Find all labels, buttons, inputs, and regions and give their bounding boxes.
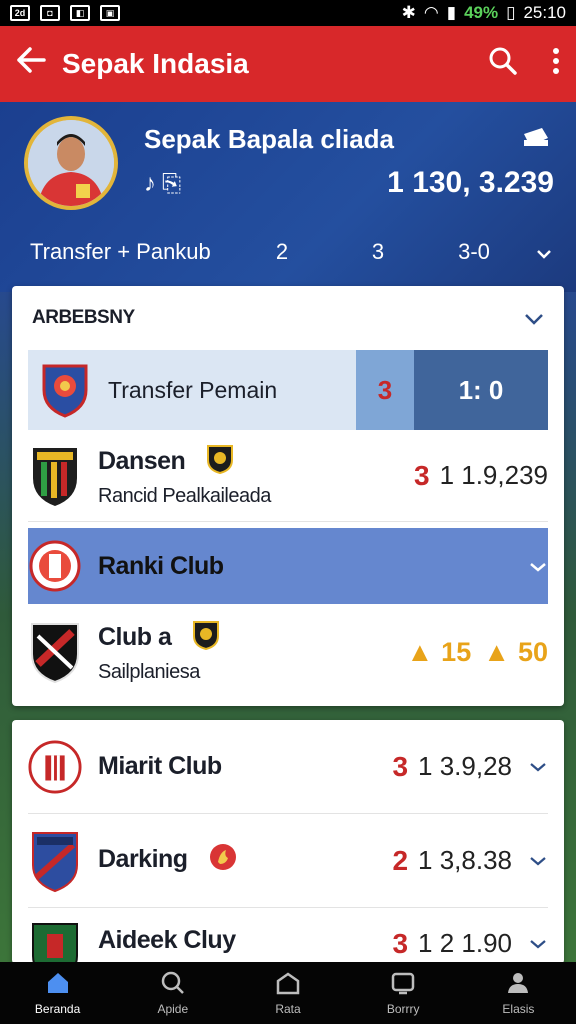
club-name: Club a [98,623,172,652]
list-item[interactable]: Club a Sailplaniesa ▲ 15 ▲ 50 [28,604,548,700]
profile-icon [505,971,531,998]
status-bar: 2d ◘ ◧ ▣ ✱ ◠ ▮ 49% ▯ 25:10 [0,0,576,26]
club-value: 1 1.9,239 [439,460,548,490]
fire-badge-icon [208,842,238,879]
more-options-icon[interactable] [552,47,560,82]
stadium-icon [275,971,301,998]
battery-level: 49% [464,3,499,22]
club-value: 1 3.9,28 [418,751,512,781]
club-crest-icon [28,622,82,684]
ticket-icon[interactable] [522,126,550,155]
nav-item-search[interactable]: Apide [115,962,230,1024]
battery-icon: ▯ [506,3,516,22]
wifi-icon: ◠ [423,3,439,22]
list-item[interactable]: Miarit Club 3 1 3.9,28 [28,720,548,814]
system-icons: ✱ ◠ ▮ 49% ▯ 25:10 [402,3,566,23]
club-name: Aideek Cluy [98,926,236,954]
ranki-club-row[interactable]: Ranki Club [28,528,548,604]
club-crest-icon [28,737,82,797]
music-icon: ♪ [144,170,162,197]
transfer-score: 1: 0 [414,350,548,430]
club-crest-icon [28,831,82,892]
club-name: Dansen [98,446,186,475]
tv-icon [390,971,416,998]
nav-item-label: Beranda [34,1001,81,1016]
club-name: Miarit Club [98,752,222,780]
profile-hero: Sepak Bapala cliada ♪⎘ 1 130, 3.239 Tran… [0,102,576,292]
list-item[interactable]: Aideek Cluy 3 1 2 1.90 [28,908,548,964]
ranking-card: ARBEBSNY Transfer Pemain 3 1: 0 Dansen R… [12,286,564,706]
club-value: 1 3,8.38 [418,845,512,875]
club-subtitle: Sailplaniesa [98,661,200,683]
hero-summary-col3: 3-0 [458,239,490,264]
nav-item-label: Apide [157,1001,189,1016]
nav-item-profile[interactable]: Elasis [461,962,576,1024]
warning-icon: ▲ [483,636,510,667]
nav-item-label: Elasis [502,1001,535,1016]
club-crest-icon [28,446,82,506]
notification-icons: 2d ◘ ◧ ▣ [10,5,120,21]
nav-item-label: Rata [275,1001,301,1016]
card-header[interactable]: ARBEBSNY [12,286,564,350]
club-subtitle: Rancid Pealkaileada [98,484,271,507]
club-list-card: Miarit Club 3 1 3.9,28 Darking 2 1 3,8.3… [12,720,564,964]
search-icon[interactable] [488,46,518,83]
transfer-row[interactable]: Transfer Pemain 3 1: 0 [28,350,548,430]
home-icon [45,971,71,998]
hero-summary-col1: 2 [275,239,289,264]
list-item[interactable]: Darking 2 1 3,8.38 [28,814,548,908]
bottom-navigation: Beranda Apide Rata Borrry Elasis [0,962,576,1024]
chevron-down-icon[interactable] [528,555,548,578]
nav-item-stadium[interactable]: Rata [230,962,345,1024]
hero-summary-row[interactable]: Transfer + Pankub 2 3 3-0 [30,236,552,268]
notification-icon: ◘ [40,5,60,21]
award-badge-icon [192,620,220,657]
profile-score: 1 130, 3.239 [387,166,554,199]
chevron-down-icon[interactable] [524,305,544,331]
back-arrow-icon[interactable] [16,47,62,81]
chevron-down-icon[interactable] [528,849,548,872]
app-bar: Sepak Indasia [0,26,576,102]
search-icon [160,971,186,998]
chevron-down-icon[interactable] [522,239,552,265]
profile-meta-icons: ♪⎘ [144,170,187,198]
nav-item-home[interactable]: Beranda [0,962,115,1024]
avatar[interactable] [24,116,118,210]
club-rank: 3 [392,750,409,782]
warning-icon: ▲ [406,636,434,667]
hero-summary-col2: 3 [371,239,385,264]
notification-icon: ◧ [70,5,90,21]
club-name: Darking [98,845,188,874]
chevron-down-icon[interactable] [528,755,548,778]
notification-icon: ▣ [100,5,120,21]
hero-summary-label: Transfer + Pankub [30,239,211,264]
nav-item-tv[interactable]: Borrry [346,962,461,1024]
club-name: Ranki Club [98,551,224,580]
club-crest-icon [28,536,82,596]
profile-name: Sepak Bapala cliada [144,124,395,154]
transfer-count: 3 [356,350,414,430]
list-item[interactable]: Dansen Rancid Pealkaileada 3 1 1.9,239 [28,430,548,522]
club-rank: 3 [413,459,430,491]
club-rank: 3 [392,928,409,959]
club-value-primary: 15 [441,636,472,667]
chevron-down-icon[interactable] [528,932,548,955]
signal-icon: ▮ [446,3,457,22]
club-crest-icon [38,360,92,420]
app-title: Sepak Indasia [62,48,249,79]
club-value-secondary: 50 [517,636,548,667]
notification-icon: 2d [10,5,30,21]
nav-item-label: Borrry [386,1001,420,1016]
transfer-label: Transfer Pemain [108,376,278,403]
bluetooth-icon: ✱ [401,3,416,22]
card-title: ARBEBSNY [32,307,135,328]
clock: 25:10 [523,3,566,22]
club-value: 1 2 1.90 [418,928,512,958]
club-crest-icon [28,922,82,964]
award-badge-icon [206,444,234,481]
club-rank: 2 [392,844,409,876]
share-icon: ⎘ [162,170,188,197]
